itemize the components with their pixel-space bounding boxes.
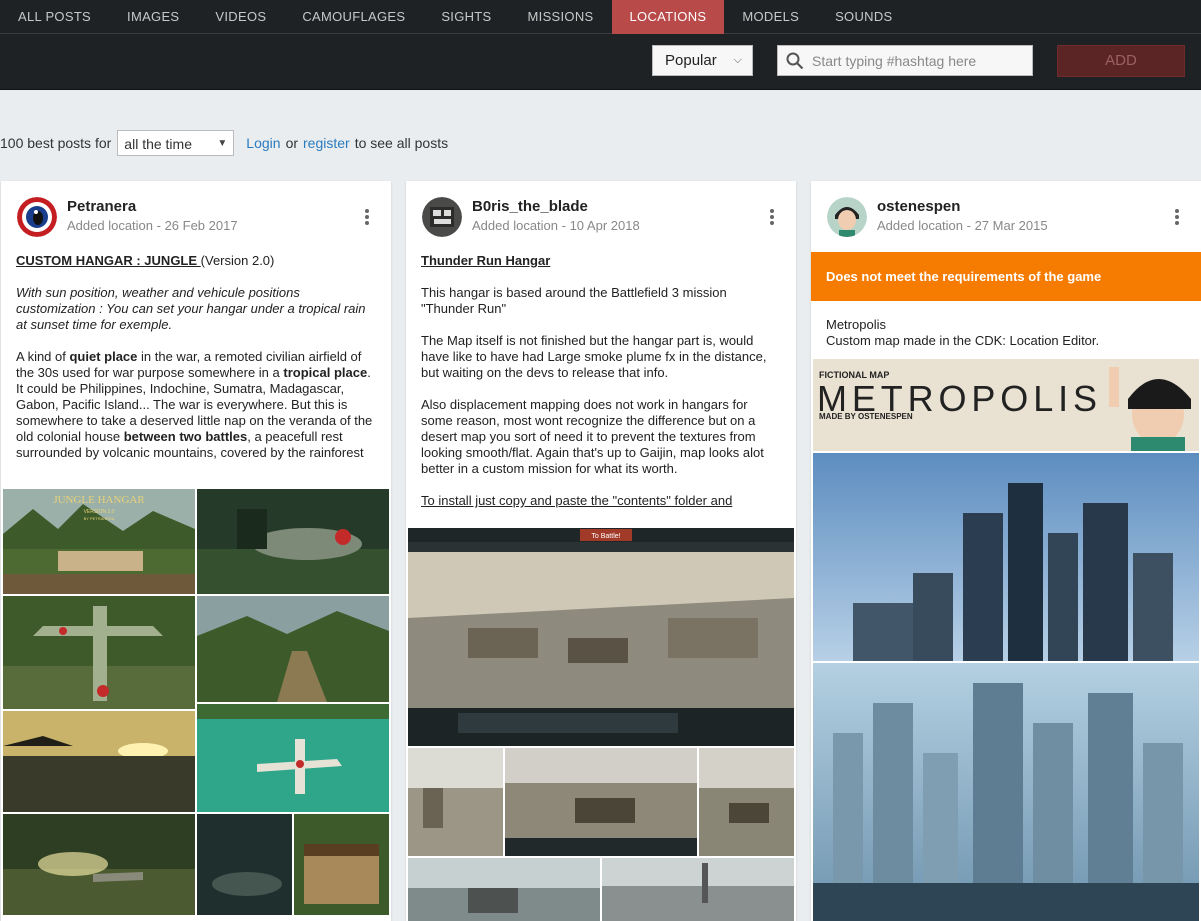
post-italic-text: With sun position, weather and vehicule … (16, 285, 366, 332)
period-select[interactable]: all the time ▼ (117, 130, 235, 156)
post-paragraph: Also displacement mapping does not work … (421, 397, 764, 476)
more-options-icon[interactable] (365, 209, 369, 227)
sort-select[interactable]: Popular ⌵ (652, 45, 753, 76)
svg-text:MADE BY OSTENESPEN: MADE BY OSTENESPEN (819, 412, 913, 421)
search-input[interactable] (812, 50, 1026, 72)
post-image-thumb[interactable] (505, 748, 697, 856)
post-image-thumb[interactable] (408, 748, 503, 856)
post-card: Petranera Added location - 26 Feb 2017 C… (1, 181, 391, 921)
post-paragraph: Metropolis (826, 317, 886, 332)
chevron-down-icon: ⌵ (733, 54, 742, 66)
post-image-desert-hangar[interactable]: To Battle! (408, 528, 794, 746)
post-image-airstrip[interactable] (197, 596, 389, 702)
author-name[interactable]: B0ris_the_blade (472, 197, 640, 217)
tab-camouflages[interactable]: CAMOUFLAGES (284, 0, 423, 34)
post-card: ostenespen Added location - 27 Mar 2015 … (811, 181, 1201, 921)
tab-missions[interactable]: MISSIONS (510, 0, 612, 34)
post-title[interactable]: Thunder Run Hangar (421, 253, 550, 268)
ostenespen-avatar-icon (827, 197, 867, 237)
post-subtitle: Added location - 26 Feb 2017 (67, 218, 238, 233)
avatar[interactable] (17, 197, 57, 237)
filter-line: 100 best posts for all the time ▼ Login … (0, 130, 453, 156)
image-title-text: JUNGLE HANGAR (53, 494, 145, 506)
add-button[interactable]: ADD (1057, 45, 1185, 77)
post-author: B0ris_the_blade Added location - 10 Apr … (422, 197, 640, 237)
category-tabs: ALL POSTS IMAGES VIDEOS CAMOUFLAGES SIGH… (0, 0, 1201, 34)
post-image-plane-closeup[interactable] (197, 489, 389, 594)
post-card: B0ris_the_blade Added location - 10 Apr … (406, 181, 796, 921)
post-body: Metropolis Custom map made in the CDK: L… (826, 317, 1187, 365)
roundel-avatar-icon (17, 197, 57, 237)
post-author: Petranera Added location - 26 Feb 2017 (17, 197, 238, 237)
top-bar: ALL POSTS IMAGES VIDEOS CAMOUFLAGES SIGH… (0, 0, 1201, 90)
post-image-thumb[interactable] (602, 858, 794, 921)
search-icon (786, 52, 804, 70)
post-paragraph: This hangar is based around the Battlefi… (421, 285, 727, 316)
period-select-value: all the time (124, 136, 192, 152)
author-name[interactable]: ostenespen (877, 197, 1048, 217)
post-paragraph: The Map itself is not finished but the h… (421, 333, 767, 380)
post-image-city-fog[interactable] (813, 663, 1199, 921)
post-image-cockpit[interactable] (197, 814, 292, 915)
tab-sounds[interactable]: SOUNDS (817, 0, 910, 34)
post-image-thumb[interactable] (699, 748, 794, 856)
post-image-veranda[interactable] (294, 814, 389, 915)
avatar[interactable] (827, 197, 867, 237)
post-image-sunset[interactable] (3, 711, 195, 812)
svg-text:BY PETRANERA: BY PETRANERA (84, 516, 115, 521)
register-link[interactable]: register (303, 130, 350, 156)
login-link[interactable]: Login (246, 130, 280, 156)
post-description: A kind of quiet place in the war, a remo… (16, 349, 373, 460)
install-instructions-link[interactable]: To install just copy and paste the "cont… (421, 493, 732, 508)
avatar[interactable] (422, 197, 462, 237)
post-image-jungle-runway[interactable] (3, 814, 195, 915)
post-image-metropolis-banner[interactable]: FICTIONAL MAP METROPOLIS MADE BY OSTENES… (813, 359, 1199, 451)
tab-all-posts[interactable]: ALL POSTS (0, 0, 109, 34)
post-subtitle: Added location - 27 Mar 2015 (877, 218, 1048, 233)
sort-select-value: Popular (665, 52, 717, 69)
tab-images[interactable]: IMAGES (109, 0, 197, 34)
post-image-thumb[interactable] (408, 858, 600, 921)
filter-prefix: 100 best posts for (0, 135, 112, 151)
post-paragraph: Custom map made in the CDK: Location Edi… (826, 333, 1100, 348)
svg-text:VERSION 2.0: VERSION 2.0 (84, 509, 115, 515)
tab-models[interactable]: MODELS (724, 0, 817, 34)
more-options-icon[interactable] (770, 209, 774, 227)
requirements-warning-banner: Does not meet the requirements of the ga… (811, 252, 1201, 301)
post-image-city-skyline[interactable] (813, 453, 1199, 661)
to-battle-text: To Battle! (591, 533, 620, 540)
post-title[interactable]: CUSTOM HANGAR : JUNGLE (16, 253, 201, 268)
filter-suffix: to see all posts (354, 135, 449, 151)
hashtag-search[interactable] (777, 45, 1033, 76)
post-body: Thunder Run Hangar This hangar is based … (421, 253, 782, 525)
tab-sights[interactable]: SIGHTS (423, 0, 509, 34)
boris-avatar-icon (422, 197, 462, 237)
author-name[interactable]: Petranera (67, 197, 238, 217)
tab-locations[interactable]: LOCATIONS (611, 0, 725, 34)
post-image-plane-top[interactable] (3, 596, 195, 709)
post-body: CUSTOM HANGAR : JUNGLE (Version 2.0) Wit… (16, 253, 377, 477)
or-text: or (285, 135, 299, 151)
post-author: ostenespen Added location - 27 Mar 2015 (827, 197, 1048, 237)
post-image-seaplane[interactable] (197, 704, 389, 812)
post-title-suffix: (Version 2.0) (200, 253, 275, 268)
post-image-hangar-title[interactable]: JUNGLE HANGAR VERSION 2.0 BY PETRANERA (3, 489, 195, 594)
more-options-icon[interactable] (1175, 209, 1179, 227)
tab-videos[interactable]: VIDEOS (197, 0, 284, 34)
chevron-down-icon: ▼ (217, 138, 228, 149)
post-subtitle: Added location - 10 Apr 2018 (472, 218, 640, 233)
